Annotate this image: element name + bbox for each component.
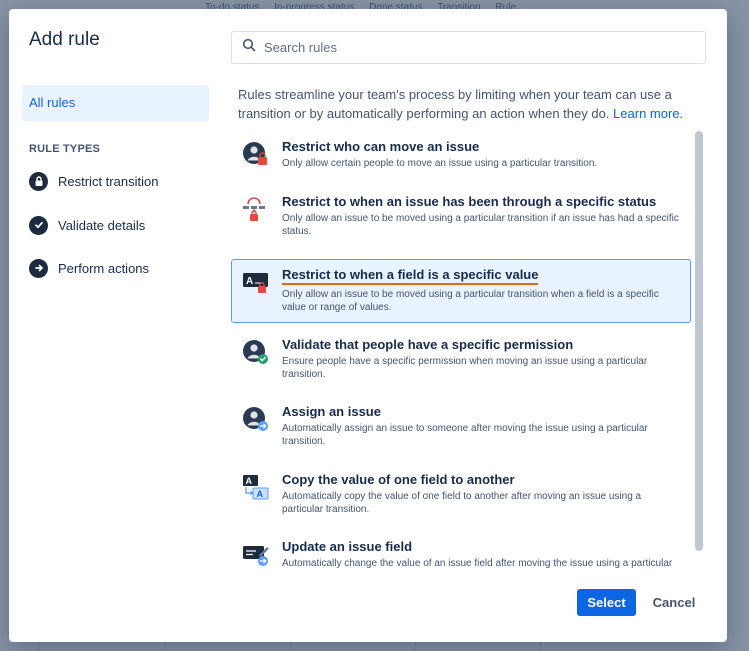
intro-text: Rules streamline your team's process by … [238, 85, 703, 123]
person-arrow-icon [242, 405, 270, 433]
rule-description: Automatically change the value of an iss… [282, 558, 673, 569]
scrollbar-thumb[interactable] [695, 131, 703, 551]
rule-title: Restrict who can move an issue [282, 139, 480, 154]
svg-text:A: A [257, 489, 264, 499]
rule-description: Automatically assign an issue to someone… [282, 423, 648, 447]
rule-title: Validate that people have a specific per… [282, 337, 574, 352]
rule-main-panel: Rules streamline your team's process by … [231, 9, 727, 642]
status-path-lock-icon [242, 195, 270, 223]
search-input[interactable] [264, 40, 684, 55]
dialog-title: Add rule [29, 29, 100, 50]
rule-title: Assign an issue [282, 404, 381, 419]
cancel-button[interactable]: Cancel [645, 589, 703, 616]
sidebar-item-all-rules[interactable]: All rules [22, 85, 209, 121]
rule-option[interactable]: AA Copy the value of one field to anothe… [231, 464, 691, 522]
rule-option[interactable]: Restrict to when an issue has been throu… [231, 186, 691, 248]
person-lock-icon [242, 140, 270, 168]
rule-title: Restrict to when an issue has been throu… [282, 194, 657, 209]
sidebar-item-perform-actions[interactable]: Perform actions [29, 256, 149, 280]
sidebar-item-label: Restrict transition [58, 173, 159, 189]
field-edit-icon [242, 540, 270, 568]
rule-title: Copy the value of one field to another [282, 472, 515, 487]
search-icon [242, 38, 256, 57]
sidebar-item-restrict-transition[interactable]: Restrict transition [29, 169, 158, 193]
rule-list-scrollbar[interactable] [695, 131, 703, 569]
rule-description: Automatically copy the value of one fiel… [282, 491, 642, 515]
rule-description: Only allow an issue to be moved using a … [282, 289, 659, 313]
rule-option-selected[interactable]: A Restrict to when a field is a specific… [231, 259, 691, 323]
rule-description: Ensure people have a specific permission… [282, 356, 648, 380]
intro-body: Rules streamline your team's process by … [238, 87, 672, 121]
lock-icon [29, 171, 48, 191]
sidebar-item-label: Perform actions [58, 260, 150, 276]
checkmark-icon [29, 215, 48, 235]
select-button[interactable]: Select [577, 589, 636, 616]
sidebar-item-validate-details[interactable]: Validate details [29, 213, 145, 237]
search-field[interactable] [231, 31, 706, 64]
rule-sidebar: Add rule All rules RULE TYPES Restrict t… [9, 9, 218, 642]
field-lock-icon: A [242, 268, 270, 296]
svg-text:A: A [246, 476, 253, 486]
learn-more-link[interactable]: Learn more. [613, 106, 683, 121]
field-copy-icon: AA [242, 473, 270, 501]
rule-option[interactable]: Assign an issue Automatically assign an … [231, 396, 691, 454]
arrow-right-icon [29, 258, 48, 278]
rule-option[interactable]: Restrict who can move an issue Only allo… [231, 131, 691, 181]
sidebar-item-label: Validate details [58, 217, 146, 233]
person-check-icon [242, 338, 270, 366]
rule-option[interactable]: Update an issue field Automatically chan… [231, 531, 691, 569]
rule-description: Only allow certain people to move an iss… [282, 158, 598, 169]
rule-description: Only allow an issue to be moved using a … [282, 213, 679, 237]
rule-option[interactable]: Validate that people have a specific per… [231, 329, 691, 387]
add-rule-dialog: Add rule All rules RULE TYPES Restrict t… [9, 9, 727, 642]
rule-title: Update an issue field [282, 539, 413, 554]
rule-list: Restrict who can move an issue Only allo… [231, 131, 706, 569]
rule-types-heading: RULE TYPES [29, 143, 101, 155]
rule-title: Restrict to when a field is a specific v… [282, 267, 539, 285]
svg-text:A: A [246, 276, 253, 287]
